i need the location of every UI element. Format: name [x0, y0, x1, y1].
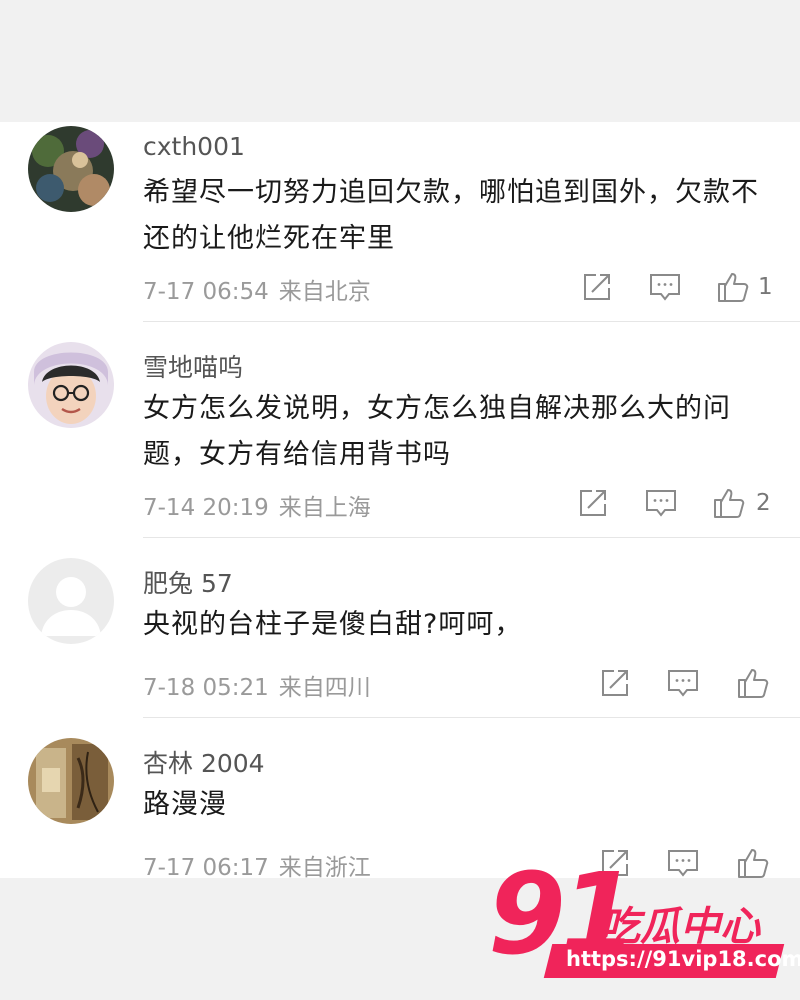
comment-icon[interactable] — [648, 270, 682, 304]
comment-meta: 7-17 06:17 来自浙江 — [143, 848, 371, 878]
share-icon[interactable] — [580, 270, 614, 304]
like-count: 2 — [756, 490, 771, 516]
comment-meta: 7-18 05:21 来自四川 — [143, 668, 371, 702]
like-icon[interactable] — [716, 270, 750, 304]
share-icon[interactable] — [576, 486, 610, 520]
comment-meta: 7-17 06:54 来自北京 — [143, 272, 371, 306]
comment-text: 女方怎么发说明，女方怎么独自解决那么大的问题，女方有给信用背书吗 — [143, 393, 731, 470]
comment-icon[interactable] — [644, 486, 678, 520]
comment-item: 雪地喵呜 女方怎么发说明，女方怎么独自解决那么大的问题，女方有给信用背书吗 7-… — [0, 322, 800, 538]
location: 来自浙江 — [278, 855, 371, 878]
location: 来自北京 — [278, 279, 371, 305]
watermark-logo: 91 吃瓜中心 https://91vip18.com — [488, 850, 800, 982]
avatar[interactable] — [28, 558, 114, 644]
username[interactable]: 杏林 2004 — [143, 744, 265, 780]
avatar[interactable] — [28, 738, 114, 824]
timestamp: 7-17 06:17 — [143, 855, 269, 878]
comment-text: 路漫漫 — [143, 789, 227, 820]
username[interactable]: 肥兔 57 — [143, 564, 233, 600]
like-count: 1 — [758, 274, 773, 300]
like-icon[interactable] — [736, 666, 770, 700]
comment-item: cxth001 希望尽一切努力追回欠款，哪怕追到国外，欠款不还的让他烂死在牢里 … — [0, 122, 800, 322]
comment-item: 肥兔 57 央视的台柱子是傻白甜?呵呵， 7-18 05:21 来自四川 — [0, 538, 800, 718]
watermark-url: https://91vip18.com — [566, 947, 800, 971]
comment-list: cxth001 希望尽一切努力追回欠款，哪怕追到国外，欠款不还的让他烂死在牢里 … — [0, 122, 800, 878]
share-icon[interactable] — [598, 666, 632, 700]
location: 来自四川 — [278, 675, 371, 701]
comment-text: 央视的台柱子是傻白甜?呵呵， — [143, 609, 523, 640]
avatar[interactable] — [28, 342, 114, 428]
username[interactable]: cxth001 — [143, 132, 245, 161]
location: 来自上海 — [278, 495, 371, 521]
timestamp: 7-18 05:21 — [143, 675, 269, 701]
comment-meta: 7-14 20:19 来自上海 — [143, 488, 371, 522]
comment-item: 杏林 2004 路漫漫 7-17 06:17 来自浙江 — [0, 718, 800, 878]
timestamp: 7-17 06:54 — [143, 279, 269, 305]
like-icon[interactable] — [712, 486, 746, 520]
username[interactable]: 雪地喵呜 — [143, 348, 243, 384]
comment-icon[interactable] — [666, 666, 700, 700]
timestamp: 7-14 20:19 — [143, 495, 269, 521]
avatar[interactable] — [28, 126, 114, 212]
comment-text: 希望尽一切努力追回欠款，哪怕追到国外，欠款不还的让他烂死在牢里 — [143, 177, 759, 254]
